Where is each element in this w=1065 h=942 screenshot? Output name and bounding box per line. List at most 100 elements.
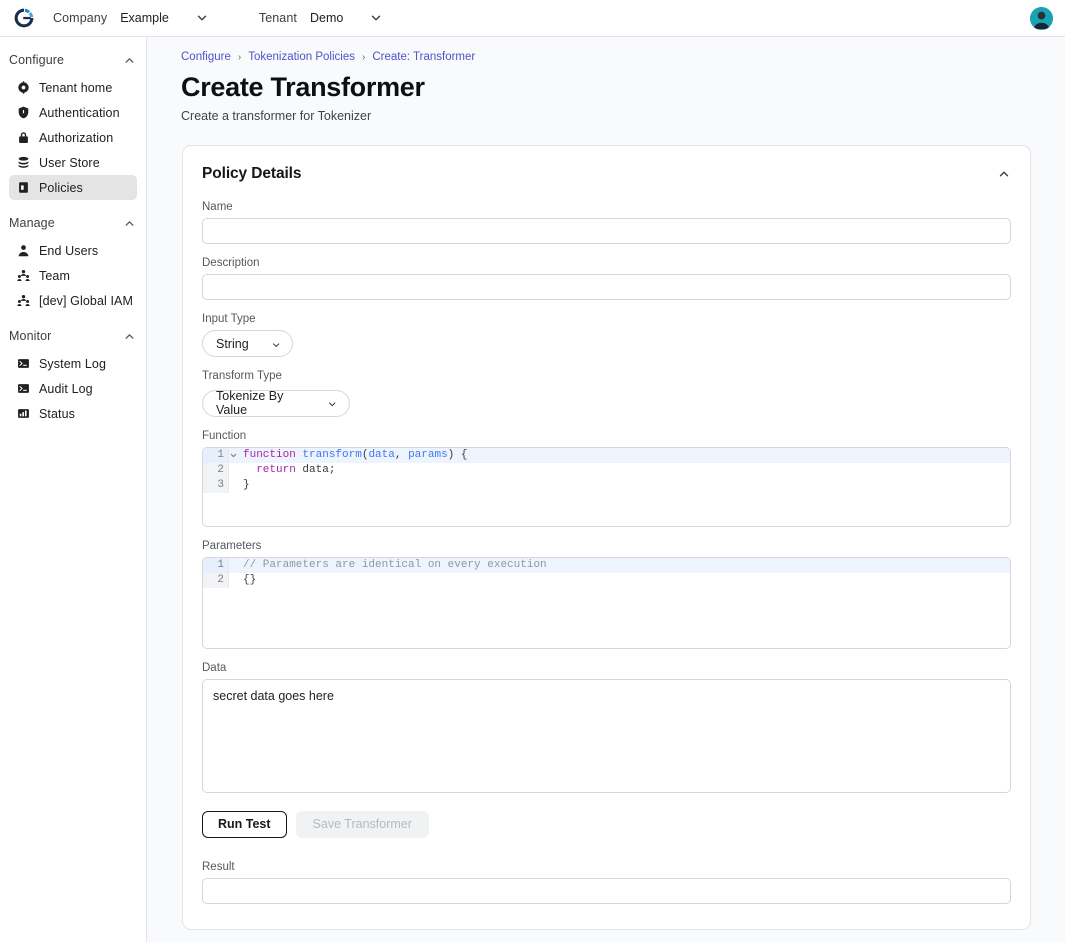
tenant-value: Demo xyxy=(309,11,344,25)
sidebar-section-title: Configure xyxy=(9,53,65,67)
sidebar-item-label: Authorization xyxy=(39,130,114,145)
chevron-up-icon[interactable] xyxy=(997,167,1011,181)
input-type-label: Input Type xyxy=(202,313,256,325)
breadcrumb-item-tokenization-policies[interactable]: Tokenization Policies xyxy=(248,51,355,63)
input-type-select[interactable]: String xyxy=(202,330,293,357)
breadcrumb-separator-icon: › xyxy=(361,51,366,63)
tenant-selector[interactable]: Tenant Demo xyxy=(253,0,387,37)
transform-type-label: Transform Type xyxy=(202,370,282,382)
sidebar-item-label: System Log xyxy=(39,356,107,371)
code-line: 2{} xyxy=(203,572,1010,588)
sidebar-item-label: End Users xyxy=(39,243,99,258)
chevron-down-icon xyxy=(369,11,383,25)
parameters-code-editor[interactable]: 1// Parameters are identical on every ex… xyxy=(202,556,1011,649)
name-input[interactable] xyxy=(202,218,1011,244)
gear-icon xyxy=(17,81,30,94)
code-text: function transform(data, params) { xyxy=(228,447,1010,463)
code-text: } xyxy=(228,477,1010,493)
sidebar-item-label: Policies xyxy=(39,180,83,195)
sidebar-list-manage: End Users Team [dev] Global IAM xyxy=(0,238,146,313)
sidebar-section-monitor[interactable]: Monitor xyxy=(0,323,146,349)
sidebar-item-policies[interactable]: Policies xyxy=(9,175,137,200)
sidebar-item-label: Authentication xyxy=(39,105,120,120)
name-field-group: Name xyxy=(202,201,1011,244)
sidebar-item-authentication[interactable]: Authentication xyxy=(9,100,137,125)
sidebar-section-title: Monitor xyxy=(9,329,52,343)
sidebar-section-title: Manage xyxy=(9,216,55,230)
parameters-label: Parameters xyxy=(202,539,262,552)
breadcrumb-item-configure[interactable]: Configure xyxy=(181,51,231,63)
sidebar-item-team[interactable]: Team xyxy=(9,263,137,288)
chevron-up-icon[interactable] xyxy=(123,54,136,67)
sidebar-item-label: User Store xyxy=(39,155,100,170)
run-test-button[interactable]: Run Test xyxy=(202,810,287,838)
line-number: 1 xyxy=(203,447,237,463)
sidebar-item-dev-global-iam[interactable]: [dev] Global IAM xyxy=(9,288,137,313)
sidebar-list-configure: Tenant home Authentication Authorization Us… xyxy=(0,75,146,200)
policy-details-header: Policy Details xyxy=(183,146,1030,183)
sidebar-item-authorization[interactable]: Authorization xyxy=(9,125,137,150)
fold-chevron-down-icon[interactable] xyxy=(229,451,238,460)
avatar[interactable] xyxy=(1030,7,1053,30)
chart-icon xyxy=(17,407,30,420)
policy-icon xyxy=(17,181,30,194)
users-icon xyxy=(17,294,30,307)
line-number: 1 xyxy=(203,557,228,573)
card-title: Policy Details xyxy=(202,165,302,182)
data-textarea[interactable] xyxy=(202,678,1011,793)
company-label: Company xyxy=(53,11,108,25)
description-input[interactable] xyxy=(202,274,1011,300)
userclouds-logo-icon xyxy=(14,8,33,28)
code-line: 3} xyxy=(203,477,1010,493)
result-input[interactable] xyxy=(202,877,1011,904)
line-number: 2 xyxy=(203,462,228,478)
shield-icon xyxy=(17,106,30,119)
transform-type-select[interactable]: Tokenize By Value xyxy=(202,389,350,417)
name-label: Name xyxy=(202,201,233,213)
sidebar-item-end-users[interactable]: End Users xyxy=(9,238,137,263)
save-transformer-button: Save Transformer xyxy=(295,810,429,838)
company-selector[interactable]: Company Example xyxy=(47,0,213,37)
code-text: {} xyxy=(228,572,1010,588)
chevron-up-icon[interactable] xyxy=(123,217,136,230)
sidebar-section-manage[interactable]: Manage xyxy=(0,210,146,236)
breadcrumb-item-create-transformer[interactable]: Create: Transformer xyxy=(372,51,475,63)
database-icon xyxy=(17,156,30,169)
line-number: 2 xyxy=(203,572,228,588)
function-code-editor[interactable]: 1 function transform(data, params) {2 ret… xyxy=(202,446,1011,527)
line-number: 3 xyxy=(203,477,228,493)
sidebar-list-monitor: System Log Audit Log Status xyxy=(0,351,146,426)
sidebar-item-label: [dev] Global IAM xyxy=(39,293,134,308)
breadcrumb-separator-icon: › xyxy=(237,51,242,63)
action-button-row: Run Test Save Transformer xyxy=(202,810,1011,838)
sidebar-item-label: Audit Log xyxy=(39,381,93,396)
chevron-down-icon xyxy=(327,397,338,409)
data-field-group: Data xyxy=(202,662,1011,798)
code-line: 1// Parameters are identical on every ex… xyxy=(203,557,1010,573)
policy-details-body: Name Description Input Type String Trans… xyxy=(183,183,1030,904)
sidebar-item-tenant-home[interactable]: Tenant home xyxy=(9,75,137,100)
terminal-icon xyxy=(17,382,30,395)
breadcrumb: Configure › Tokenization Policies › Crea… xyxy=(147,37,1065,63)
chevron-down-icon xyxy=(271,338,281,350)
data-label: Data xyxy=(202,661,227,674)
sidebar-item-status[interactable]: Status xyxy=(9,401,137,426)
chevron-up-icon[interactable] xyxy=(123,330,136,343)
input-type-field-group: Input Type String xyxy=(202,313,1011,357)
sidebar-item-user-store[interactable]: User Store xyxy=(9,150,137,175)
parameters-field-group: Parameters 1// Parameters are identical … xyxy=(202,540,1011,649)
description-field-group: Description xyxy=(202,257,1011,300)
sidebar-item-label: Status xyxy=(39,406,76,421)
lock-icon xyxy=(17,131,30,144)
user-icon xyxy=(17,244,30,257)
sidebar-item-label: Tenant home xyxy=(39,80,113,95)
function-field-group: Function 1 function transform(data, param… xyxy=(202,430,1011,527)
sidebar-item-audit-log[interactable]: Audit Log xyxy=(9,376,137,401)
sidebar-item-system-log[interactable]: System Log xyxy=(9,351,137,376)
sidebar-section-configure[interactable]: Configure xyxy=(0,47,146,73)
code-line: 2 return data; xyxy=(203,462,1010,478)
tenant-label: Tenant xyxy=(258,11,297,25)
code-text: return data; xyxy=(228,462,1010,478)
app-logo[interactable] xyxy=(0,0,47,37)
transform-type-value: Tokenize By Value xyxy=(216,389,284,417)
